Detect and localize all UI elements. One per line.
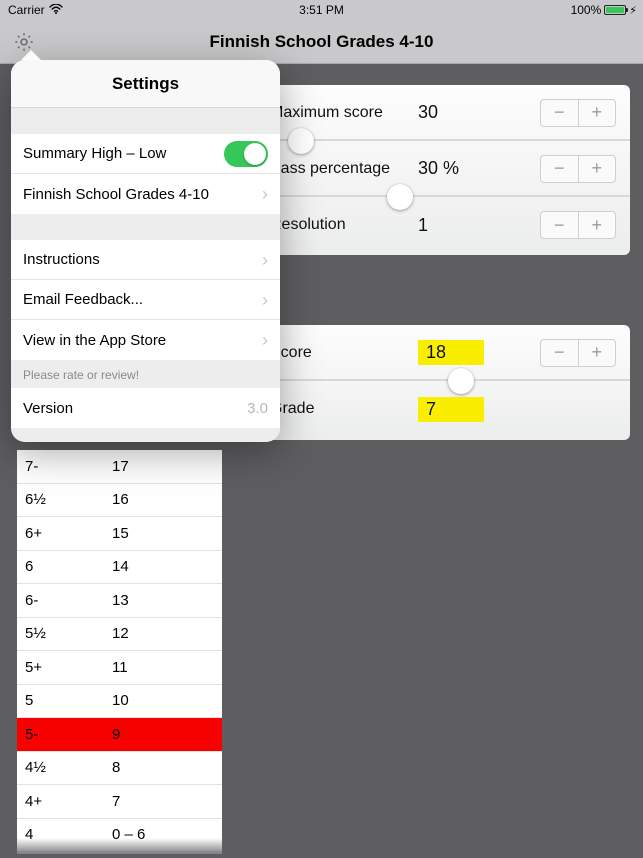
settings-popover: Settings Summary High – Low Finnish Scho… (11, 60, 280, 442)
table-row[interactable]: 40 – 6 (17, 819, 222, 853)
appstore-label: View in the App Store (23, 332, 166, 349)
chevron-right-icon: › (262, 251, 268, 269)
table-row[interactable]: 6+15 (17, 517, 222, 551)
max-score-value: 30 (418, 102, 438, 123)
popover-title: Settings (11, 60, 280, 108)
resolution-stepper[interactable]: −+ (540, 211, 616, 239)
score-cell: 15 (112, 525, 222, 542)
minus-icon[interactable]: − (541, 340, 579, 366)
minus-icon[interactable]: − (541, 100, 579, 126)
table-row[interactable]: 4½8 (17, 752, 222, 786)
plus-icon[interactable]: + (579, 100, 616, 126)
battery-percent: 100% (571, 3, 602, 17)
resolution-label: Resolution (270, 216, 346, 234)
table-row[interactable]: 7-17 (17, 450, 222, 484)
score-stepper[interactable]: −+ (540, 339, 616, 367)
minus-icon[interactable]: − (541, 212, 579, 238)
table-row[interactable]: 6½16 (17, 484, 222, 518)
max-score-stepper[interactable]: −+ (540, 99, 616, 127)
grade-cell: 6+ (17, 525, 112, 542)
battery-icon (604, 5, 626, 15)
grade-cell: 5 (17, 692, 112, 709)
pass-pct-label: Pass percentage (270, 160, 390, 178)
appstore-row[interactable]: View in the App Store › (11, 320, 280, 360)
instructions-label: Instructions (23, 251, 100, 268)
score-cell: 8 (112, 759, 222, 776)
summary-toggle-row[interactable]: Summary High – Low (11, 134, 280, 174)
plus-icon[interactable]: + (579, 156, 616, 182)
carrier-label: Carrier (8, 3, 45, 17)
status-time: 3:51 PM (299, 3, 344, 17)
wifi-icon (49, 3, 63, 17)
status-bar: Carrier 3:51 PM 100% ⚡︎ (0, 0, 643, 20)
score-cell: 16 (112, 491, 222, 508)
plus-icon[interactable]: + (579, 212, 616, 238)
grade-value: 7 (418, 397, 484, 422)
grade-cell: 6½ (17, 491, 112, 508)
grade-cell: 5½ (17, 625, 112, 642)
plus-icon[interactable]: + (579, 340, 616, 366)
grade-table[interactable]: 7-176½166+156146-135½125+115105-94½84+74… (17, 450, 222, 854)
minus-icon[interactable]: − (541, 156, 579, 182)
score-cell: 11 (112, 659, 222, 676)
table-row[interactable]: 6-13 (17, 584, 222, 618)
grade-cell: 6 (17, 558, 112, 575)
page-title: Finnish School Grades 4-10 (210, 32, 434, 52)
score-value: 18 (418, 340, 484, 365)
chevron-right-icon: › (262, 331, 268, 349)
chevron-right-icon: › (262, 291, 268, 309)
table-row[interactable]: 5-9 (17, 718, 222, 752)
grading-system-row[interactable]: Finnish School Grades 4-10 › (11, 174, 280, 214)
grading-system-label: Finnish School Grades 4-10 (23, 186, 209, 203)
score-cell: 7 (112, 793, 222, 810)
instructions-row[interactable]: Instructions › (11, 240, 280, 280)
score-cell: 10 (112, 692, 222, 709)
popover-spacer (11, 214, 280, 240)
score-cell: 17 (112, 458, 222, 475)
rate-hint: Please rate or review! (11, 360, 280, 388)
score-cell: 0 – 6 (112, 826, 222, 843)
grade-cell: 6- (17, 592, 112, 609)
table-row[interactable]: 5+11 (17, 651, 222, 685)
popover-spacer (11, 428, 280, 442)
score-cell: 14 (112, 558, 222, 575)
table-row[interactable]: 614 (17, 551, 222, 585)
chevron-right-icon: › (262, 185, 268, 203)
version-label: Version (23, 400, 73, 417)
feedback-row[interactable]: Email Feedback... › (11, 280, 280, 320)
score-cell: 12 (112, 625, 222, 642)
version-row: Version 3.0 (11, 388, 280, 428)
feedback-label: Email Feedback... (23, 291, 143, 308)
grade-cell: 5+ (17, 659, 112, 676)
table-row[interactable]: 5½12 (17, 618, 222, 652)
charging-icon: ⚡︎ (629, 4, 637, 17)
pass-pct-value: 30 % (418, 158, 459, 179)
version-value: 3.0 (247, 400, 268, 417)
nav-bar: Finnish School Grades 4-10 (0, 20, 643, 64)
score-cell: 9 (112, 726, 222, 743)
summary-toggle[interactable] (224, 141, 268, 167)
grade-cell: 4 (17, 826, 112, 843)
popover-spacer (11, 108, 280, 134)
score-cell: 13 (112, 592, 222, 609)
grade-cell: 4+ (17, 793, 112, 810)
table-row[interactable]: 510 (17, 685, 222, 719)
resolution-value: 1 (418, 215, 428, 236)
max-score-label: Maximum score (270, 104, 383, 122)
table-row[interactable]: 4+7 (17, 785, 222, 819)
grade-cell: 4½ (17, 759, 112, 776)
pass-pct-stepper[interactable]: −+ (540, 155, 616, 183)
grade-cell: 7- (17, 458, 112, 475)
grade-cell: 5- (17, 726, 112, 743)
summary-toggle-label: Summary High – Low (23, 145, 166, 162)
